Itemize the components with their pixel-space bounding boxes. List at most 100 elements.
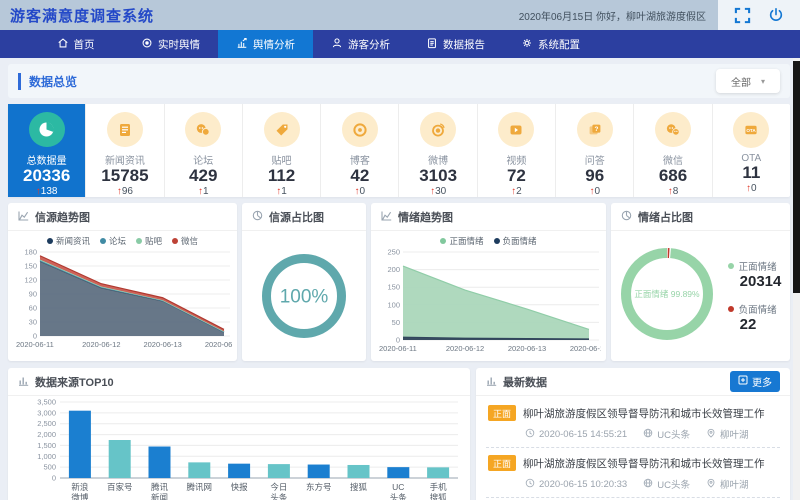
panel-header: 数据来源TOP10 (8, 368, 470, 396)
stat-card-wechat[interactable]: 微信 686 ↑8 (634, 104, 712, 197)
list-item[interactable]: 正面 柳叶湖旅游度假区领导督导防汛和城市长效管理工作 2020-06-15 10… (486, 447, 780, 497)
svg-text:2020-06-12: 2020-06-12 (82, 340, 120, 349)
svg-text:手机: 手机 (430, 482, 448, 492)
svg-text:?: ? (594, 126, 598, 133)
svg-text:微博: 微博 (71, 493, 89, 500)
power-button[interactable] (768, 7, 784, 23)
stat-label: 问答 (585, 152, 605, 167)
panel-header: 信源占比图 (242, 203, 366, 231)
panel-title: 信源占比图 (269, 209, 324, 225)
nav-item-report[interactable]: 数据报告 (408, 30, 503, 58)
list-item[interactable]: 正面 柳叶湖旅游度假区领导督导防汛和城市长效管理工作 2020-06-15 14… (486, 398, 780, 447)
stat-value: 42 (350, 167, 369, 186)
svg-text:OTA: OTA (747, 128, 757, 133)
clipboard-icon (426, 37, 438, 52)
svg-text:150: 150 (387, 283, 400, 292)
news-title: 柳叶湖旅游度假区领导督导防汛和城市长效管理工作 (523, 456, 765, 471)
svg-text:1,500: 1,500 (37, 441, 56, 450)
panel-header: 最新数据 更多 (476, 368, 790, 396)
stat-delta: ↑30 (430, 186, 446, 197)
home-icon (57, 37, 69, 52)
svg-text:头条: 头条 (390, 493, 408, 500)
scrollbar-thumb[interactable] (793, 61, 800, 293)
nav-item-analysis[interactable]: 舆情分析 (218, 30, 313, 58)
title-bar: 游客满意度调查系统 2020年06月15日 你好，柳叶湖旅游度假区 (0, 0, 800, 30)
nav-item-visitor[interactable]: 游客分析 (313, 30, 408, 58)
pie-icon (29, 112, 65, 147)
stat-value: 15785 (101, 167, 148, 186)
stat-delta: ↑0 (589, 186, 600, 197)
svg-text:正面情绪 99.89%: 正面情绪 99.89% (634, 288, 700, 298)
bar-chart-icon (18, 375, 29, 389)
stat-value: 11 (742, 164, 760, 183)
nav-item-home[interactable]: 首页 (28, 30, 123, 58)
forum-icon (185, 112, 221, 147)
stat-delta: ↑96 (117, 186, 133, 197)
svg-text:0: 0 (52, 474, 56, 483)
titlebar-actions (718, 0, 800, 30)
stat-card-tieba[interactable]: 贴吧 112 ↑1 (243, 104, 321, 197)
pie-chart-icon (621, 210, 632, 224)
stat-card-news[interactable]: 新闻资讯 15785 ↑96 (86, 104, 164, 197)
svg-text:头条: 头条 (270, 493, 288, 500)
monitor-icon (141, 37, 153, 52)
svg-text:2020-06-14: 2020-06-14 (204, 340, 231, 349)
more-button[interactable]: 更多 (730, 371, 780, 392)
person-icon (331, 37, 343, 52)
nav-item-settings[interactable]: 系统配置 (503, 30, 598, 58)
stat-card-blog[interactable]: 博客 42 ↑0 (321, 104, 399, 197)
stat-value: 686 (659, 167, 687, 186)
stat-card-weibo[interactable]: 微博 3103 ↑30 (399, 104, 477, 197)
stat-card-ota[interactable]: OTA OTA 11 ↑0 (713, 104, 790, 197)
trend-icon (18, 210, 29, 224)
pie-chart-icon (252, 210, 263, 224)
svg-text:2,000: 2,000 (37, 430, 56, 439)
stat-card-forum[interactable]: 论坛 429 ↑1 (165, 104, 243, 197)
sentiment-share-donut: 正面情绪 99.89% (620, 247, 714, 346)
overview-strip: 数据总览 全部 ▾ (8, 64, 790, 98)
latest-list: 正面 柳叶湖旅游度假区领导督导防汛和城市长效管理工作 2020-06-15 14… (476, 396, 790, 500)
panel-latest-data: 最新数据 更多 正面 柳叶湖旅游度假区领导督导防汛和城市长效管理工作 2020-… (476, 368, 790, 500)
stat-delta: ↑138 (36, 186, 58, 197)
ota-icon: OTA (733, 112, 769, 148)
svg-text:今日: 今日 (270, 482, 287, 492)
charts-row: 信源趋势图 新闻资讯 论坛 贴吧 微信 03060901201501802020… (8, 203, 790, 361)
stat-card-video[interactable]: 视频 72 ↑2 (478, 104, 556, 197)
nav-label: 数据报告 (443, 37, 485, 52)
bar-chart-icon (486, 375, 497, 389)
svg-text:搜狐: 搜狐 (350, 482, 368, 492)
svg-text:UC: UC (392, 482, 404, 492)
svg-text:2020-06-13: 2020-06-13 (143, 340, 181, 349)
pin-icon (706, 428, 716, 441)
svg-text:东方号: 东方号 (306, 482, 332, 492)
stat-card-total[interactable]: 总数据量 20336 ↑138 (8, 104, 86, 197)
stat-label: 总数据量 (27, 152, 67, 167)
panel-top10-sources: 数据来源TOP10 05001,0001,5002,0002,5003,0003… (8, 368, 470, 500)
sentiment-share-body: 正面情绪 99.89% 正面情绪 20314 负面情绪 22 (611, 231, 790, 361)
donut-legend: 正面情绪 20314 负面情绪 22 (728, 259, 782, 333)
svg-text:3,500: 3,500 (37, 398, 56, 407)
nav-item-realtime[interactable]: 实时舆情 (123, 30, 218, 58)
svg-text:1,000: 1,000 (37, 452, 56, 461)
stat-card-qa[interactable]: ? 问答 96 ↑0 (556, 104, 634, 197)
stat-delta: ↑0 (746, 183, 757, 194)
svg-text:搜狐: 搜狐 (430, 493, 448, 500)
nav-label: 系统配置 (538, 37, 580, 52)
globe-icon (643, 478, 653, 491)
blog-icon (342, 112, 378, 147)
stat-value: 72 (507, 167, 526, 186)
stat-label: 微博 (428, 152, 448, 167)
sentiment-badge: 正面 (488, 455, 516, 471)
svg-text:2020-06-13: 2020-06-13 (507, 344, 545, 353)
globe-icon (643, 428, 653, 441)
stat-label: 博客 (350, 152, 370, 167)
panel-source-trend: 信源趋势图 新闻资讯 论坛 贴吧 微信 03060901201501802020… (8, 203, 237, 361)
stat-label: 论坛 (193, 152, 213, 167)
news-title: 柳叶湖旅游度假区领导督导防汛和城市长效管理工作 (523, 406, 765, 421)
panel-header: 情绪趋势图 (371, 203, 606, 231)
panel-title: 最新数据 (503, 374, 547, 390)
stat-value: 429 (189, 167, 217, 186)
filter-dropdown[interactable]: 全部 ▾ (716, 69, 780, 93)
fullscreen-button[interactable] (734, 7, 751, 24)
more-label: 更多 (752, 374, 772, 389)
